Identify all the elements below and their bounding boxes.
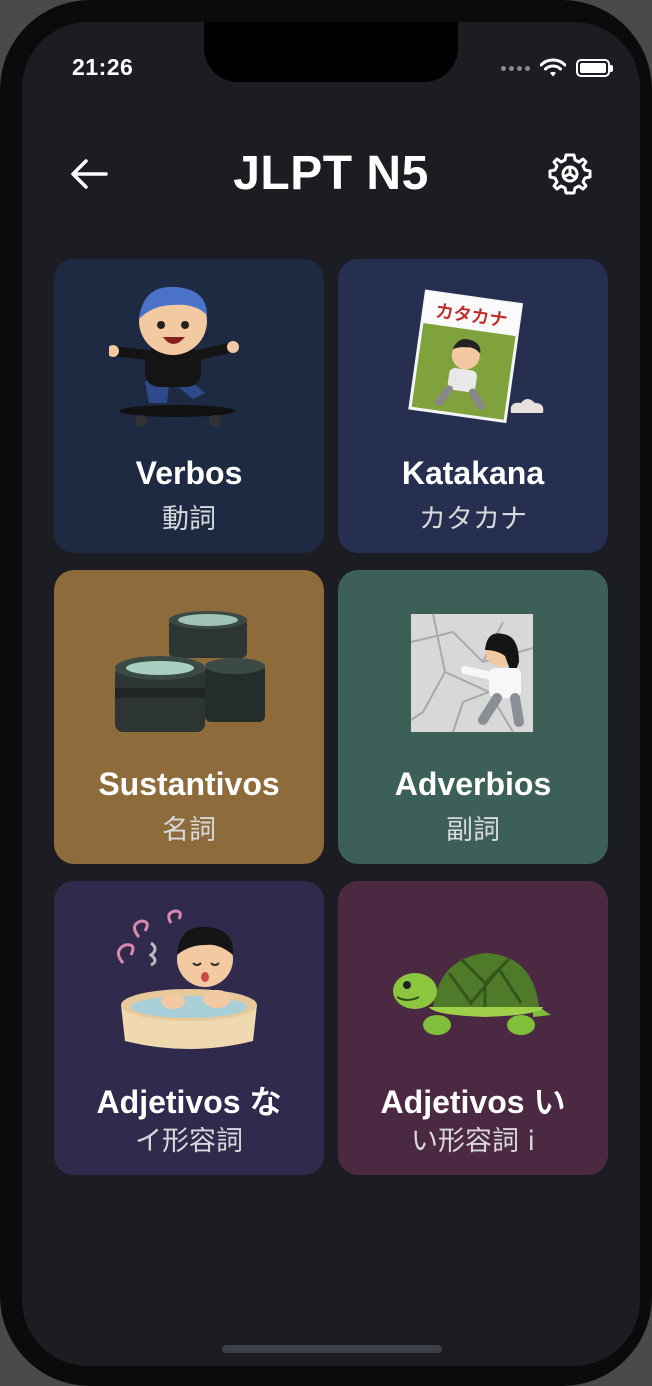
category-card-adverbios[interactable]: Adverbios 副詞 bbox=[338, 570, 608, 864]
card-title: Adjetivos い bbox=[380, 1084, 566, 1120]
battery-icon bbox=[576, 59, 613, 77]
card-title: Sustantivos bbox=[98, 766, 280, 802]
card-subtitle: 動詞 bbox=[162, 504, 216, 535]
home-indicator[interactable] bbox=[222, 1345, 442, 1353]
card-title: Verbos bbox=[135, 455, 243, 491]
settings-button[interactable] bbox=[546, 150, 594, 198]
category-grid: Verbos 動詞 カタカナ Katakana カタカナ Sustantivos… bbox=[54, 259, 608, 1175]
katakana-book-icon: カタカナ bbox=[408, 289, 544, 424]
category-card-adjetivos-i[interactable]: Adjetivos い い形容詞 i bbox=[338, 881, 608, 1175]
card-title: Adjetivos な bbox=[96, 1084, 282, 1120]
notch bbox=[204, 22, 458, 82]
category-card-adjetivos-na[interactable]: Adjetivos な イ形容詞 bbox=[54, 881, 324, 1175]
category-card-verbos[interactable]: Verbos 動詞 bbox=[54, 259, 324, 553]
status-time: 21:26 bbox=[72, 54, 134, 80]
app-screen: 21:26 JLPT N5 Verbos 動詞 カタカナ Katakana カタ… bbox=[22, 22, 640, 1366]
category-card-sustantivos[interactable]: Sustantivos 名詞 bbox=[54, 570, 324, 864]
card-subtitle: 名詞 bbox=[162, 815, 216, 846]
hot-bath-icon bbox=[117, 909, 257, 1049]
phone-frame: 21:26 JLPT N5 Verbos 動詞 カタカナ Katakana カタ… bbox=[0, 0, 652, 1386]
card-subtitle: 副詞 bbox=[446, 815, 500, 846]
gear-icon bbox=[548, 153, 592, 195]
card-title: Katakana bbox=[401, 455, 545, 491]
status-icons bbox=[501, 58, 613, 78]
turtle-icon bbox=[393, 953, 551, 1035]
wifi-icon bbox=[540, 58, 566, 77]
category-card-katakana[interactable]: カタカナ Katakana カタカナ bbox=[338, 259, 608, 553]
card-subtitle: い形容詞 i bbox=[410, 1126, 536, 1157]
card-title: Adverbios bbox=[394, 766, 552, 802]
escaping-wall-icon bbox=[410, 613, 534, 733]
camera-lenses-icon bbox=[115, 611, 265, 732]
card-subtitle: カタカナ bbox=[419, 504, 527, 535]
card-subtitle: イ形容詞 bbox=[135, 1126, 243, 1157]
skateboarder-icon bbox=[109, 286, 239, 427]
cellular-signal-icon bbox=[501, 65, 530, 71]
